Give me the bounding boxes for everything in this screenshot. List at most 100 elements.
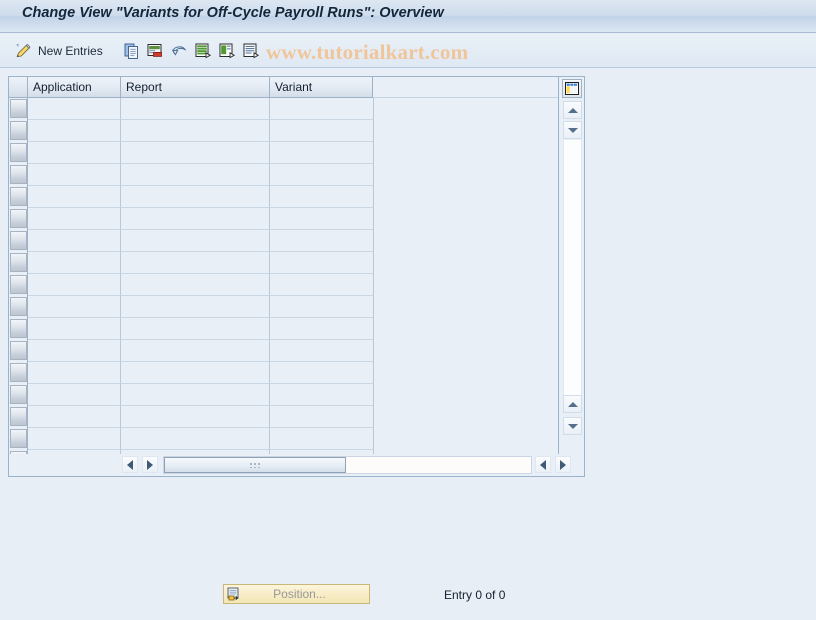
cell-application[interactable] xyxy=(28,208,121,230)
row-select-button[interactable] xyxy=(10,275,27,294)
scroll-up-icon[interactable] xyxy=(563,101,582,119)
cell-variant[interactable] xyxy=(270,296,374,318)
table-row[interactable] xyxy=(9,208,584,230)
row-select-button[interactable] xyxy=(10,319,27,338)
row-select-column[interactable] xyxy=(9,120,28,142)
table-row[interactable] xyxy=(9,98,584,120)
row-select-button[interactable] xyxy=(10,363,27,382)
table-row[interactable] xyxy=(9,318,584,340)
cell-report[interactable] xyxy=(121,98,270,120)
cell-variant[interactable] xyxy=(270,120,374,142)
table-row[interactable] xyxy=(9,296,584,318)
row-select-column[interactable] xyxy=(9,186,28,208)
table-row[interactable] xyxy=(9,186,584,208)
row-select-button[interactable] xyxy=(10,209,27,228)
cell-report[interactable] xyxy=(121,296,270,318)
cell-application[interactable] xyxy=(28,362,121,384)
scroll-right-icon-end[interactable] xyxy=(555,456,571,473)
cell-variant[interactable] xyxy=(270,186,374,208)
cell-variant[interactable] xyxy=(270,362,374,384)
table-row[interactable] xyxy=(9,428,584,450)
vertical-scroll-track[interactable] xyxy=(563,140,582,395)
row-select-button[interactable] xyxy=(10,231,27,250)
position-button[interactable]: Position... xyxy=(223,584,370,604)
row-select-column[interactable] xyxy=(9,274,28,296)
table-row[interactable] xyxy=(9,120,584,142)
row-select-button[interactable] xyxy=(10,253,27,272)
cell-report[interactable] xyxy=(121,406,270,428)
cell-application[interactable] xyxy=(28,142,121,164)
table-row[interactable] xyxy=(9,164,584,186)
cell-application[interactable] xyxy=(28,98,121,120)
row-select-button[interactable] xyxy=(10,341,27,360)
cell-application[interactable] xyxy=(28,120,121,142)
cell-report[interactable] xyxy=(121,142,270,164)
cell-variant[interactable] xyxy=(270,274,374,296)
horizontal-scroll-thumb[interactable] xyxy=(164,457,346,473)
cell-application[interactable] xyxy=(28,318,121,340)
row-select-button[interactable] xyxy=(10,143,27,162)
cell-application[interactable] xyxy=(28,296,121,318)
table-row[interactable] xyxy=(9,142,584,164)
scroll-right-icon[interactable] xyxy=(142,456,158,473)
cell-report[interactable] xyxy=(121,428,270,450)
table-row[interactable] xyxy=(9,252,584,274)
cell-variant[interactable] xyxy=(270,340,374,362)
scroll-left-icon-end[interactable] xyxy=(535,456,551,473)
row-select-column[interactable] xyxy=(9,428,28,450)
row-select-column[interactable] xyxy=(9,252,28,274)
cell-application[interactable] xyxy=(28,274,121,296)
cell-report[interactable] xyxy=(121,120,270,142)
row-select-button[interactable] xyxy=(10,385,27,404)
details-button[interactable] xyxy=(242,40,260,62)
row-select-button[interactable] xyxy=(10,165,27,184)
cell-variant[interactable] xyxy=(270,252,374,274)
table-row[interactable] xyxy=(9,362,584,384)
row-select-button[interactable] xyxy=(10,297,27,316)
cell-variant[interactable] xyxy=(270,164,374,186)
row-select-column[interactable] xyxy=(9,164,28,186)
column-header-report[interactable]: Report xyxy=(121,77,270,98)
cell-report[interactable] xyxy=(121,164,270,186)
cell-variant[interactable] xyxy=(270,142,374,164)
horizontal-scrollbar[interactable] xyxy=(9,454,584,476)
cell-application[interactable] xyxy=(28,406,121,428)
cell-variant[interactable] xyxy=(270,384,374,406)
copy-button[interactable] xyxy=(123,40,141,62)
undo-button[interactable] xyxy=(170,40,188,62)
row-select-column[interactable] xyxy=(9,230,28,252)
cell-application[interactable] xyxy=(28,252,121,274)
row-select-column[interactable] xyxy=(9,384,28,406)
table-settings-icon[interactable] xyxy=(562,79,582,98)
vertical-scrollbar[interactable] xyxy=(558,77,584,456)
row-select-button[interactable] xyxy=(10,99,27,118)
table-row[interactable] xyxy=(9,274,584,296)
row-select-button[interactable] xyxy=(10,121,27,140)
cell-variant[interactable] xyxy=(270,208,374,230)
scroll-up-icon-bottom[interactable] xyxy=(563,395,582,413)
row-select-column[interactable] xyxy=(9,208,28,230)
cell-report[interactable] xyxy=(121,384,270,406)
row-select-column[interactable] xyxy=(9,318,28,340)
cell-application[interactable] xyxy=(28,340,121,362)
cell-application[interactable] xyxy=(28,428,121,450)
cell-variant[interactable] xyxy=(270,98,374,120)
row-select-column[interactable] xyxy=(9,362,28,384)
cell-report[interactable] xyxy=(121,230,270,252)
cell-variant[interactable] xyxy=(270,318,374,340)
scroll-left-icon[interactable] xyxy=(122,456,138,473)
table-select-all-corner[interactable] xyxy=(9,77,28,98)
row-select-column[interactable] xyxy=(9,406,28,428)
row-select-button[interactable] xyxy=(10,407,27,426)
row-select-button[interactable] xyxy=(10,187,27,206)
cell-report[interactable] xyxy=(121,208,270,230)
new-entries-button[interactable]: New Entries xyxy=(14,40,103,62)
cell-variant[interactable] xyxy=(270,406,374,428)
deselect-all-button[interactable] xyxy=(218,40,236,62)
cell-application[interactable] xyxy=(28,230,121,252)
row-select-button[interactable] xyxy=(10,429,27,448)
cell-variant[interactable] xyxy=(270,428,374,450)
horizontal-scroll-track[interactable] xyxy=(163,456,532,474)
cell-report[interactable] xyxy=(121,274,270,296)
cell-report[interactable] xyxy=(121,252,270,274)
